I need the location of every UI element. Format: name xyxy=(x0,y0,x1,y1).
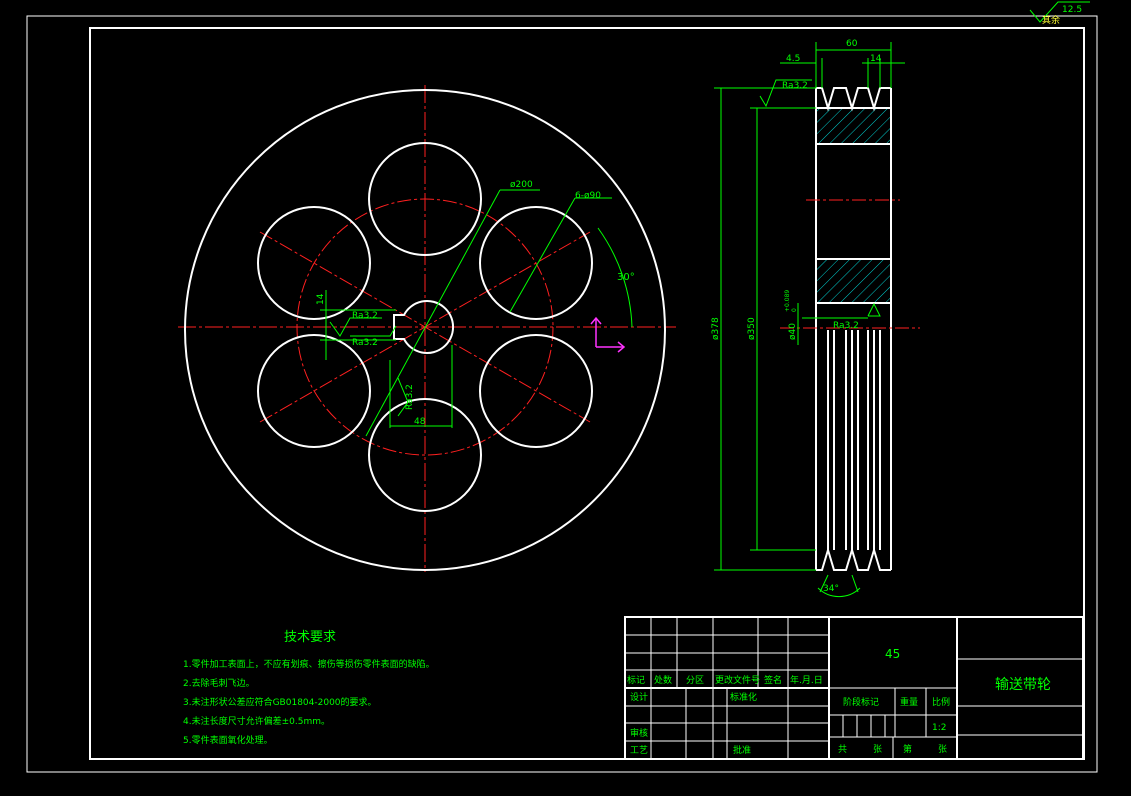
process-label: 工艺 xyxy=(630,745,648,756)
standardize-label: 标准化 xyxy=(730,691,757,703)
hatch-upper xyxy=(816,108,891,144)
holes-dim: 6-ø90 xyxy=(575,191,601,201)
sheets-label-2: 张 xyxy=(938,744,947,755)
note-1: 1.零件加工表面上，不应有划痕、擦伤等损伤零件表面的缺陷。 xyxy=(183,658,435,670)
technical-notes: 技术要求 1.零件加工表面上，不应有划痕、擦伤等损伤零件表面的缺陷。 2.去除毛… xyxy=(183,630,435,746)
header-zone: 分区 xyxy=(686,675,704,686)
inner-drawing-frame xyxy=(89,27,1085,760)
bore-ra: Ra3.2 xyxy=(833,321,859,331)
note-4: 4.未注长度尺寸允许偏差±0.5mm。 xyxy=(183,715,330,727)
number-label: 第 xyxy=(903,743,912,755)
scale-value: 1:2 xyxy=(932,723,946,733)
weight-label: 重量 xyxy=(900,696,918,708)
pitch-dia-dim: ø350 xyxy=(747,317,757,340)
header-signature: 签名 xyxy=(764,674,782,686)
header-change-doc: 更改文件号 xyxy=(715,674,760,686)
design-label: 设计 xyxy=(630,691,648,703)
side-view: 60 4.5 14 Ra3.2 ø378 ø350 ø40 +0.089 0 R… xyxy=(711,39,920,598)
ucs-axis-icon xyxy=(590,316,626,353)
keyway-ra: Ra3.2 xyxy=(405,384,415,410)
groove-pitch-dim: 14 xyxy=(870,54,882,64)
note-5: 5.零件表面氧化处理。 xyxy=(183,734,273,746)
sheets-label-1: 张 xyxy=(873,744,882,755)
bore-tol-upper: +0.089 xyxy=(784,290,791,312)
offset-dim: 4.5 xyxy=(786,54,800,64)
keyway-height-dim: 14 xyxy=(316,293,326,305)
roughness-label: 其余 xyxy=(1042,14,1060,26)
notes-title: 技术要求 xyxy=(284,630,336,645)
material: 45 xyxy=(885,647,900,661)
bore-ra-bottom: Ra3.2 xyxy=(352,338,378,348)
general-roughness-symbol: 12.5 其余 xyxy=(1029,1,1090,26)
hatch-lower xyxy=(816,259,891,303)
part-name: 输送带轮 xyxy=(995,677,1051,693)
note-2: 2.去除毛刺飞边。 xyxy=(183,677,255,689)
outer-dia-dim: ø378 xyxy=(711,317,721,340)
bore-ra-top: Ra3.2 xyxy=(352,311,378,321)
groove-angle-dim: 34° xyxy=(823,584,839,594)
bore-dia-dim: ø40 xyxy=(788,323,798,340)
width-dim: 60 xyxy=(846,39,858,49)
rim-ra: Ra3.2 xyxy=(782,81,808,91)
angle-dim: 30° xyxy=(617,272,635,283)
total-label: 共 xyxy=(838,744,847,755)
title-block: 标记 处数 分区 更改文件号 签名 年.月.日 设计 标准化 审核 工艺 批准 … xyxy=(624,616,1084,760)
review-label: 审核 xyxy=(630,727,648,739)
header-mark: 标记 xyxy=(627,674,645,686)
scale-label: 比例 xyxy=(932,696,950,708)
pitch-circle-dim: ø200 xyxy=(510,180,533,190)
note-3: 3.未注形状公差应符合GB01804-2000的要求。 xyxy=(183,696,377,708)
keyway-width-dim: 48 xyxy=(414,417,426,427)
outer-sheet-border xyxy=(26,15,1098,773)
header-count: 处数 xyxy=(654,674,672,686)
approve-label: 批准 xyxy=(733,744,751,756)
stage-mark-label: 阶段标记 xyxy=(843,696,879,708)
roughness-value: 12.5 xyxy=(1062,5,1082,15)
cad-drawing: 12.5 其余 ø200 6-ø90 30° 14 Ra3.2 Ra3.2 Ra… xyxy=(26,1,1098,773)
bore-tol-lower: 0 xyxy=(791,308,798,312)
front-view: ø200 6-ø90 30° 14 Ra3.2 Ra3.2 Ra3.2 48 xyxy=(178,85,676,572)
header-date: 年.月.日 xyxy=(790,674,823,686)
